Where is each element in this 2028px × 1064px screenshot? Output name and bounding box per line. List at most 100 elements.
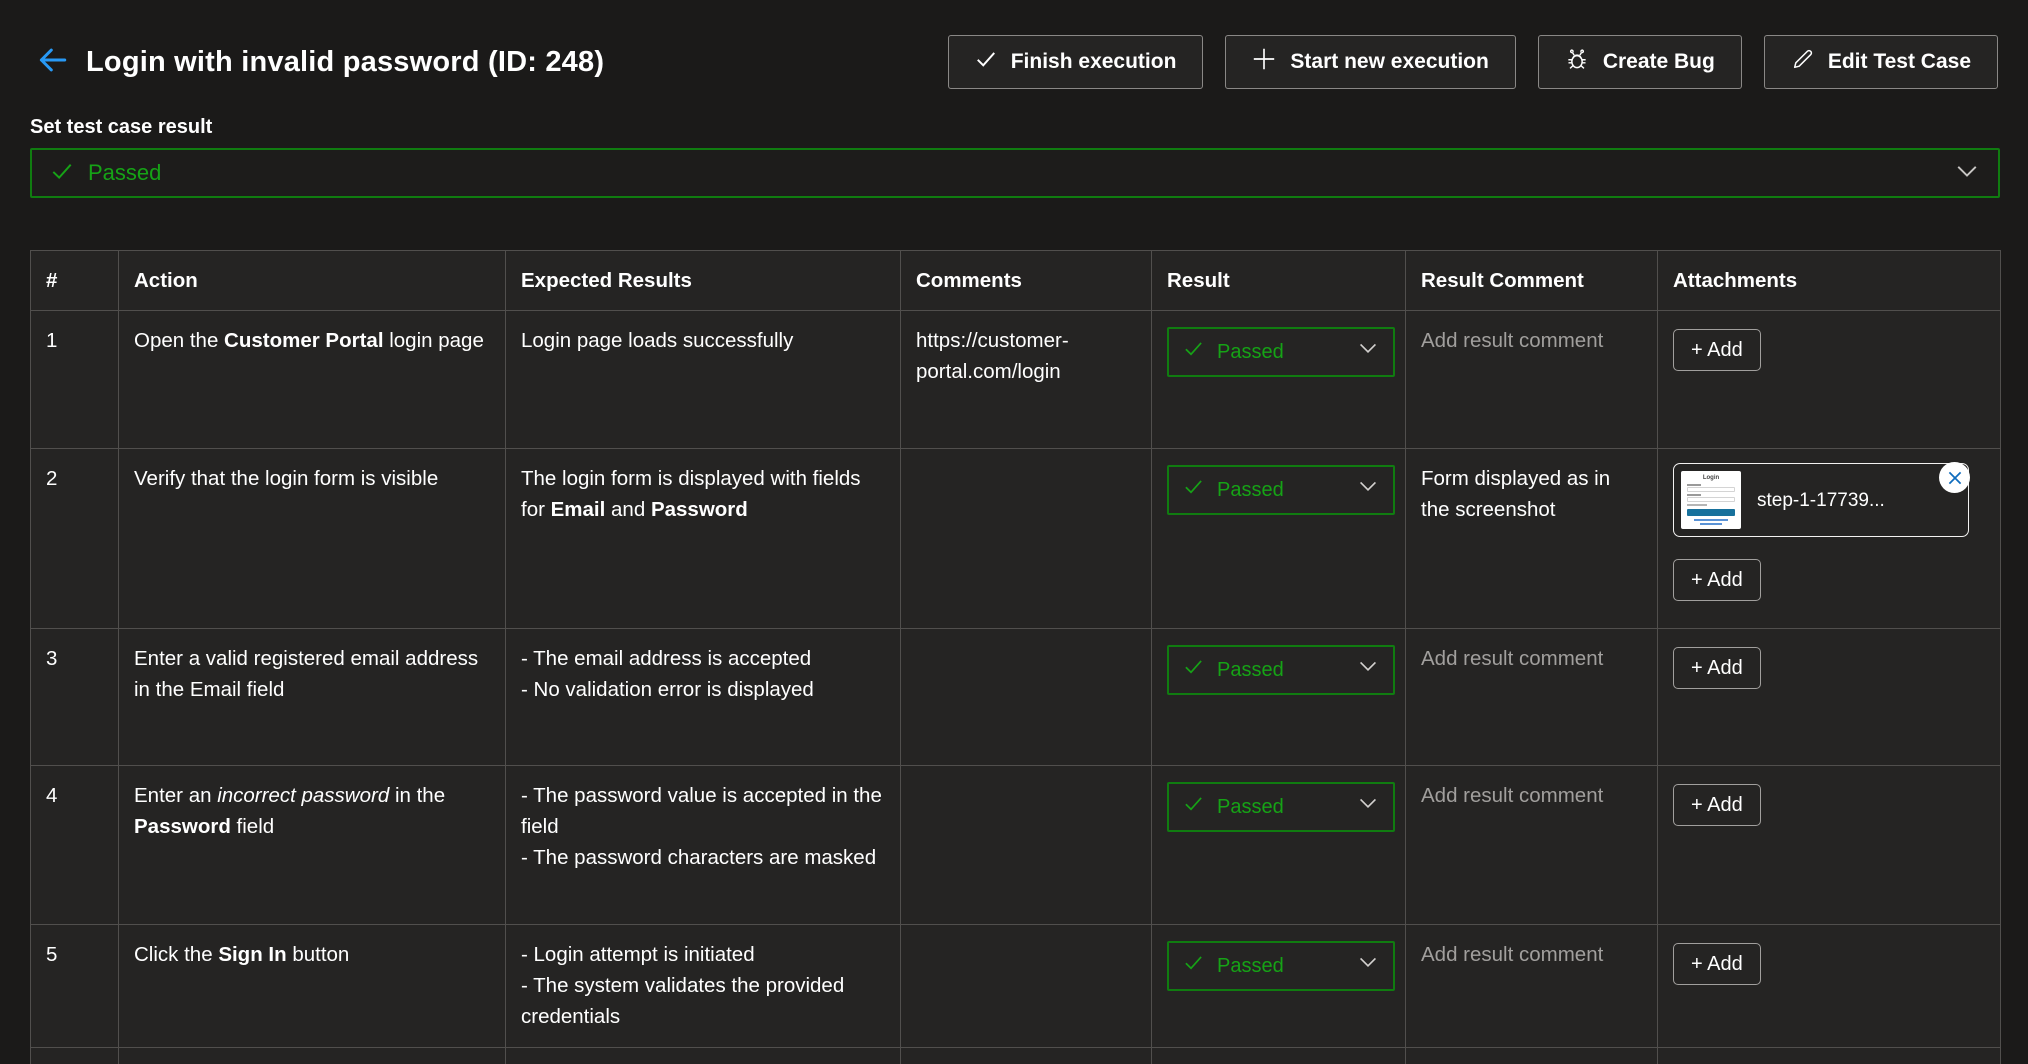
back-button[interactable] — [30, 40, 74, 84]
step-number: 4 — [31, 766, 119, 925]
finish-execution-label: Finish execution — [1011, 50, 1177, 74]
step-expected: Login page loads successfully — [506, 311, 901, 449]
thumbnail-link — [1700, 523, 1722, 525]
step-expected: The login form is displayed with fields … — [506, 449, 901, 629]
step-result-dropdown[interactable]: Passed — [1167, 645, 1395, 695]
test-case-result-value: Passed — [88, 160, 161, 186]
step-action: Open the Customer Portal login page — [119, 311, 506, 449]
close-icon — [1947, 470, 1963, 486]
start-new-execution-label: Start new execution — [1290, 50, 1488, 74]
result-comment-placeholder: Add result comment — [1421, 943, 1603, 966]
set-result-label: Set test case result — [30, 116, 1998, 139]
result-comment-placeholder: Add result comment — [1421, 329, 1603, 352]
test-runner-page: Login with invalid password (ID: 248) Fi… — [0, 34, 2028, 1064]
step-result-comment-cell[interactable]: Form displayed as in the screenshot — [1406, 449, 1658, 629]
add-attachment-button[interactable]: + Add — [1673, 647, 1761, 689]
col-header-result-comment: Result Comment — [1406, 251, 1658, 311]
step-result-value: Passed — [1217, 951, 1284, 982]
result-comment-text: Form displayed as in the screenshot — [1421, 467, 1610, 521]
step-comments — [901, 766, 1152, 925]
attachment-chip[interactable]: Login step-1-17739... — [1673, 463, 1969, 537]
step-number: 2 — [31, 449, 119, 629]
page-title: Login with invalid password (ID: 248) — [86, 46, 604, 79]
finish-execution-button[interactable]: Finish execution — [948, 35, 1204, 89]
check-icon — [975, 48, 997, 76]
test-steps-table: # Action Expected Results Comments Resul… — [30, 250, 2001, 1064]
passed-check-icon — [1183, 792, 1204, 823]
chevron-down-icon — [1954, 158, 1980, 189]
step-result-value: Passed — [1217, 337, 1284, 368]
table-header-row: # Action Expected Results Comments Resul… — [31, 251, 2001, 311]
step-row-3: 3 Enter a valid registered email address… — [31, 629, 2001, 766]
add-attachment-button[interactable]: + Add — [1673, 784, 1761, 826]
step-result-value: Passed — [1217, 475, 1284, 506]
step-result-comment-cell[interactable]: Add result comment — [1406, 766, 1658, 925]
attachment-thumbnail: Login — [1681, 471, 1741, 529]
pencil-icon — [1791, 48, 1814, 77]
passed-check-icon — [1183, 951, 1204, 982]
step-expected: - Login attempt is initiated - The syste… — [506, 925, 901, 1048]
step-result-cell: Passed — [1152, 629, 1406, 766]
step-action: Click the Sign In button — [119, 925, 506, 1048]
start-new-execution-button[interactable]: Start new execution — [1225, 35, 1515, 89]
edit-test-case-button[interactable]: Edit Test Case — [1764, 35, 1998, 89]
col-header-action: Action — [119, 251, 506, 311]
step-expected: - The password value is accepted in the … — [506, 766, 901, 925]
step-comments — [901, 629, 1152, 766]
edit-test-case-label: Edit Test Case — [1828, 50, 1971, 74]
step-result-comment-cell[interactable]: Add result comment — [1406, 925, 1658, 1048]
chevron-down-icon — [1357, 475, 1379, 506]
step-number: 5 — [31, 925, 119, 1048]
add-attachment-button[interactable]: + Add — [1673, 329, 1761, 371]
step-attachments-cell: Login step-1-17739... — [1658, 449, 2001, 629]
thumbnail-login-title: Login — [1687, 475, 1735, 482]
create-bug-button[interactable]: Create Bug — [1538, 35, 1742, 89]
step-action: Verify that the login form is visible — [119, 449, 506, 629]
thumbnail-link — [1694, 519, 1728, 521]
step-row-5: 5 Click the Sign In button - Login attem… — [31, 925, 2001, 1048]
back-arrow-icon — [35, 43, 69, 82]
step-action: Enter an incorrect password in the Passw… — [119, 766, 506, 925]
step-attachments-cell: + Add — [1658, 925, 2001, 1048]
thumbnail-input — [1687, 487, 1735, 492]
step-result-dropdown[interactable]: Passed — [1167, 941, 1395, 991]
step-result-value: Passed — [1217, 792, 1284, 823]
step-result-dropdown[interactable]: Passed — [1167, 465, 1395, 515]
step-result-value: Passed — [1217, 655, 1284, 686]
step-result-dropdown[interactable]: Passed — [1167, 327, 1395, 377]
passed-check-icon — [1183, 337, 1204, 368]
step-attachments-cell: + Add — [1658, 629, 2001, 766]
passed-check-icon — [1183, 655, 1204, 686]
top-bar: Login with invalid password (ID: 248) Fi… — [30, 34, 1998, 90]
passed-check-icon — [50, 159, 74, 188]
col-header-num: # — [31, 251, 119, 311]
step-action: Enter a valid registered email address i… — [119, 629, 506, 766]
col-header-comments: Comments — [901, 251, 1152, 311]
remove-attachment-button[interactable] — [1939, 462, 1970, 493]
step-number: 1 — [31, 311, 119, 449]
step-result-cell: Passed — [1152, 766, 1406, 925]
test-case-result-dropdown[interactable]: Passed — [30, 148, 2000, 198]
thumbnail-input — [1687, 497, 1735, 502]
col-header-attachments: Attachments — [1658, 251, 2001, 311]
add-attachment-button[interactable]: + Add — [1673, 559, 1761, 601]
add-attachment-button[interactable]: + Add — [1673, 943, 1761, 985]
step-comments — [901, 925, 1152, 1048]
result-comment-placeholder: Add result comment — [1421, 647, 1603, 670]
step-result-dropdown[interactable]: Passed — [1167, 782, 1395, 832]
top-actions: Finish execution Start new execution — [948, 35, 1998, 89]
step-comments — [901, 449, 1152, 629]
col-header-expected: Expected Results — [506, 251, 901, 311]
passed-check-icon — [1183, 475, 1204, 506]
col-header-result: Result — [1152, 251, 1406, 311]
thumbnail-checkbox-row — [1687, 504, 1707, 506]
result-comment-placeholder: Add result comment — [1421, 784, 1603, 807]
bug-icon — [1565, 47, 1589, 77]
step-result-cell: Passed — [1152, 925, 1406, 1048]
step-row-2: 2 Verify that the login form is visible … — [31, 449, 2001, 629]
step-expected: - The email address is accepted - No val… — [506, 629, 901, 766]
attachment-name: step-1-17739... — [1757, 485, 1885, 516]
step-result-comment-cell[interactable]: Add result comment — [1406, 311, 1658, 449]
thumbnail-signin-button — [1687, 509, 1735, 516]
step-result-comment-cell[interactable]: Add result comment — [1406, 629, 1658, 766]
